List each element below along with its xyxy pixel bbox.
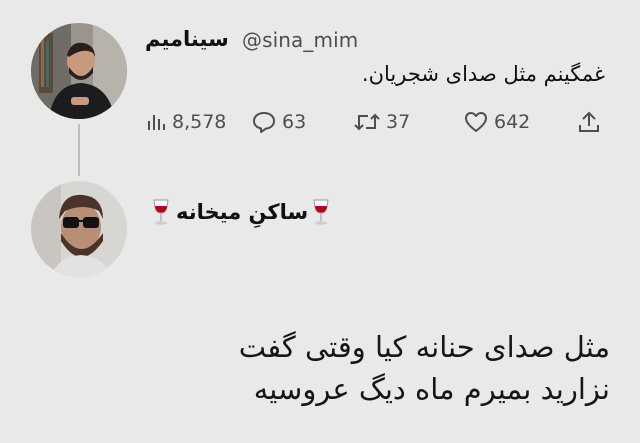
reply-count: 63 (282, 111, 307, 133)
reply-icon (253, 112, 275, 133)
tweet-text: غمگینم مثل صدای شجریان. (361, 62, 605, 86)
wine-glass-icon (313, 199, 329, 225)
reply-text-line: نزارید بمیرم ماه دیگ عروسیه (253, 372, 610, 406)
reply-header: ساکنِ میخانه (152, 196, 330, 228)
thread-connector-line (78, 124, 80, 176)
views-button[interactable]: 8,578 (146, 108, 226, 136)
reply-text-line: مثل صدای حنانه کیا وقتی گفت (238, 330, 610, 364)
reply-text: مثل صدای حنانه کیا وقتی گفت نزارید بمیرم… (50, 326, 610, 410)
display-name[interactable]: سینامیم (145, 27, 229, 51)
like-button[interactable]: 642 (464, 108, 530, 136)
retweet-button[interactable]: 37 (354, 108, 410, 136)
user-handle[interactable]: @sina_mim (242, 28, 358, 52)
retweet-count: 37 (386, 111, 411, 133)
tweet-action-bar: 8,578 63 37 642 (146, 108, 616, 136)
views-icon (148, 115, 165, 130)
share-button[interactable] (578, 108, 606, 136)
retweet-icon (354, 113, 380, 131)
reply-display-name[interactable]: ساکنِ میخانه (176, 200, 308, 224)
share-icon (579, 111, 599, 132)
tweet-header: سینامیم @sina_mim (145, 26, 610, 58)
like-count: 642 (494, 111, 531, 133)
avatar-reply-user[interactable] (31, 181, 127, 277)
like-icon (465, 112, 487, 132)
wine-glass-icon (153, 199, 169, 225)
avatar-sina-mim[interactable] (31, 23, 127, 119)
views-count: 8,578 (172, 111, 227, 133)
reply-button[interactable]: 63 (252, 108, 306, 136)
